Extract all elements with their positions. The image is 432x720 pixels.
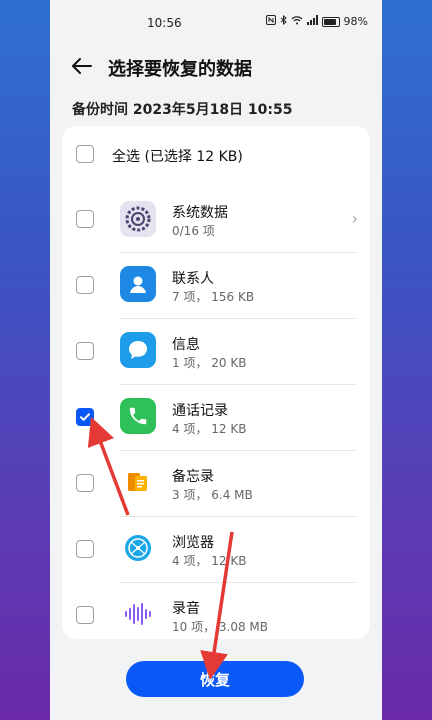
item-subtitle: 4 项， 12 KB xyxy=(172,422,247,436)
status-time: 10:56 xyxy=(147,16,182,30)
item-subtitle: 3 项， 6.4 MB xyxy=(172,488,253,502)
backup-time: 备份时间 2023年5月18日 10:55 xyxy=(72,102,293,118)
item-checkbox[interactable] xyxy=(76,606,94,624)
phone-screen: 10:56 98% 选择要恢复的数据 备份时间 2023年5月18日 10:55 xyxy=(50,0,382,720)
phone-icon xyxy=(120,398,156,434)
item-checkbox[interactable] xyxy=(76,276,94,294)
battery-icon xyxy=(321,16,340,27)
item-subtitle: 4 项， 12 KB xyxy=(172,554,247,568)
list-item-notes[interactable]: 备忘录 3 项， 6.4 MB xyxy=(62,450,370,516)
browser-icon xyxy=(120,530,156,566)
item-subtitle: 1 项， 20 KB xyxy=(172,356,247,370)
item-name: 备忘录 xyxy=(172,469,214,485)
list-item-contacts[interactable]: 联系人 7 项， 156 KB xyxy=(62,252,370,318)
list-item-messages[interactable]: 信息 1 项， 20 KB xyxy=(62,318,370,384)
arrow-left-icon xyxy=(72,58,92,74)
page-title: 选择要恢复的数据 xyxy=(108,59,252,80)
item-name: 联系人 xyxy=(172,271,214,287)
item-checkbox[interactable] xyxy=(76,474,94,492)
item-checkbox[interactable] xyxy=(76,210,94,228)
battery-percent: 98% xyxy=(343,15,368,28)
list-item-call-log[interactable]: 通话记录 4 项， 12 KB xyxy=(62,384,370,450)
restore-button[interactable]: 恢复 xyxy=(126,661,304,697)
select-all-label: 全选 (已选择 12 KB) xyxy=(112,149,243,165)
status-icons: 98% xyxy=(265,14,368,28)
status-bar: 10:56 98% xyxy=(50,0,382,44)
wifi-icon xyxy=(291,15,303,28)
item-subtitle: 0/16 项 xyxy=(172,224,215,238)
checkmark-icon xyxy=(80,413,90,421)
item-checkbox[interactable] xyxy=(76,540,94,558)
list-item-browser[interactable]: 浏览器 4 项， 12 KB xyxy=(62,516,370,582)
list-item-system-data[interactable]: 系统数据 0/16 项 › xyxy=(62,186,370,252)
select-all-row[interactable]: 全选 (已选择 12 KB) xyxy=(62,126,370,182)
data-list-card: 全选 (已选择 12 KB) 系统数据 0/16 项 › 联系人 7 项， 15… xyxy=(62,126,370,639)
chevron-right-icon: › xyxy=(351,209,358,228)
header: 选择要恢复的数据 xyxy=(50,46,382,86)
select-all-checkbox[interactable] xyxy=(76,145,94,163)
signal-icon xyxy=(306,15,318,28)
settings-gear-icon xyxy=(120,201,156,237)
item-name: 系统数据 xyxy=(172,205,228,221)
notes-icon xyxy=(120,464,156,500)
item-subtitle: 7 项， 156 KB xyxy=(172,290,255,304)
item-name: 浏览器 xyxy=(172,535,214,551)
item-name: 录音 xyxy=(172,601,200,617)
item-name: 通话记录 xyxy=(172,403,228,419)
back-button[interactable] xyxy=(68,52,96,80)
item-subtitle: 10 项， 3.08 MB xyxy=(172,620,269,634)
list-item-recorder[interactable]: 录音 10 项， 3.08 MB xyxy=(62,582,370,639)
item-name: 信息 xyxy=(172,337,200,353)
bluetooth-icon xyxy=(280,14,287,28)
item-checkbox[interactable] xyxy=(76,342,94,360)
item-checkbox-checked[interactable] xyxy=(76,408,94,426)
nfc-icon xyxy=(265,15,276,28)
contacts-icon xyxy=(120,266,156,302)
recorder-icon xyxy=(120,596,156,632)
messages-icon xyxy=(120,332,156,368)
